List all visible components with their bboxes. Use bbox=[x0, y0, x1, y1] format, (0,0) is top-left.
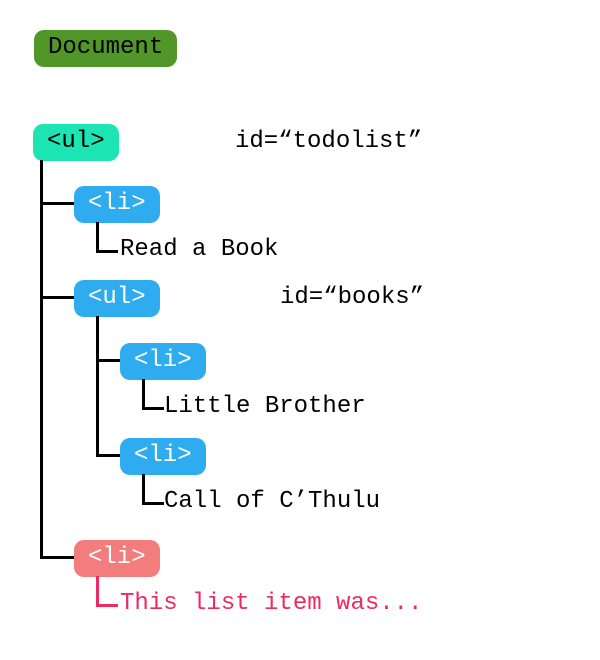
tree-line bbox=[96, 576, 99, 606]
li-cthulu-text: Call of C’Thulu bbox=[164, 488, 380, 515]
tree-line bbox=[40, 556, 74, 559]
tree-line bbox=[142, 474, 145, 504]
li-removed-pill: <li> bbox=[74, 540, 160, 577]
ul-todolist-attr: id=“todolist” bbox=[235, 128, 422, 155]
li-readbook-pill: <li> bbox=[74, 186, 160, 223]
tree-line bbox=[142, 502, 164, 505]
tree-line bbox=[40, 160, 43, 558]
tree-line bbox=[96, 454, 120, 457]
li-littlebrother-pill: <li> bbox=[120, 343, 206, 380]
tree-line bbox=[96, 359, 120, 362]
ul-todolist-pill: <ul> bbox=[33, 124, 119, 161]
li-littlebrother-text: Little Brother bbox=[164, 393, 366, 420]
li-cthulu-pill: <li> bbox=[120, 438, 206, 475]
ul-books-pill: <ul> bbox=[74, 280, 160, 317]
li-readbook-text: Read a Book bbox=[120, 236, 278, 263]
tree-line bbox=[40, 296, 74, 299]
tree-line bbox=[142, 407, 164, 410]
tree-line bbox=[96, 250, 118, 253]
tree-line bbox=[142, 379, 145, 409]
li-removed-text: This list item was... bbox=[120, 590, 422, 617]
ul-books-attr: id=“books” bbox=[280, 284, 424, 311]
tree-line bbox=[96, 222, 99, 252]
tree-line bbox=[96, 604, 118, 607]
tree-line bbox=[96, 316, 99, 456]
doc-root-pill: Document bbox=[34, 30, 177, 67]
tree-line bbox=[40, 202, 74, 205]
